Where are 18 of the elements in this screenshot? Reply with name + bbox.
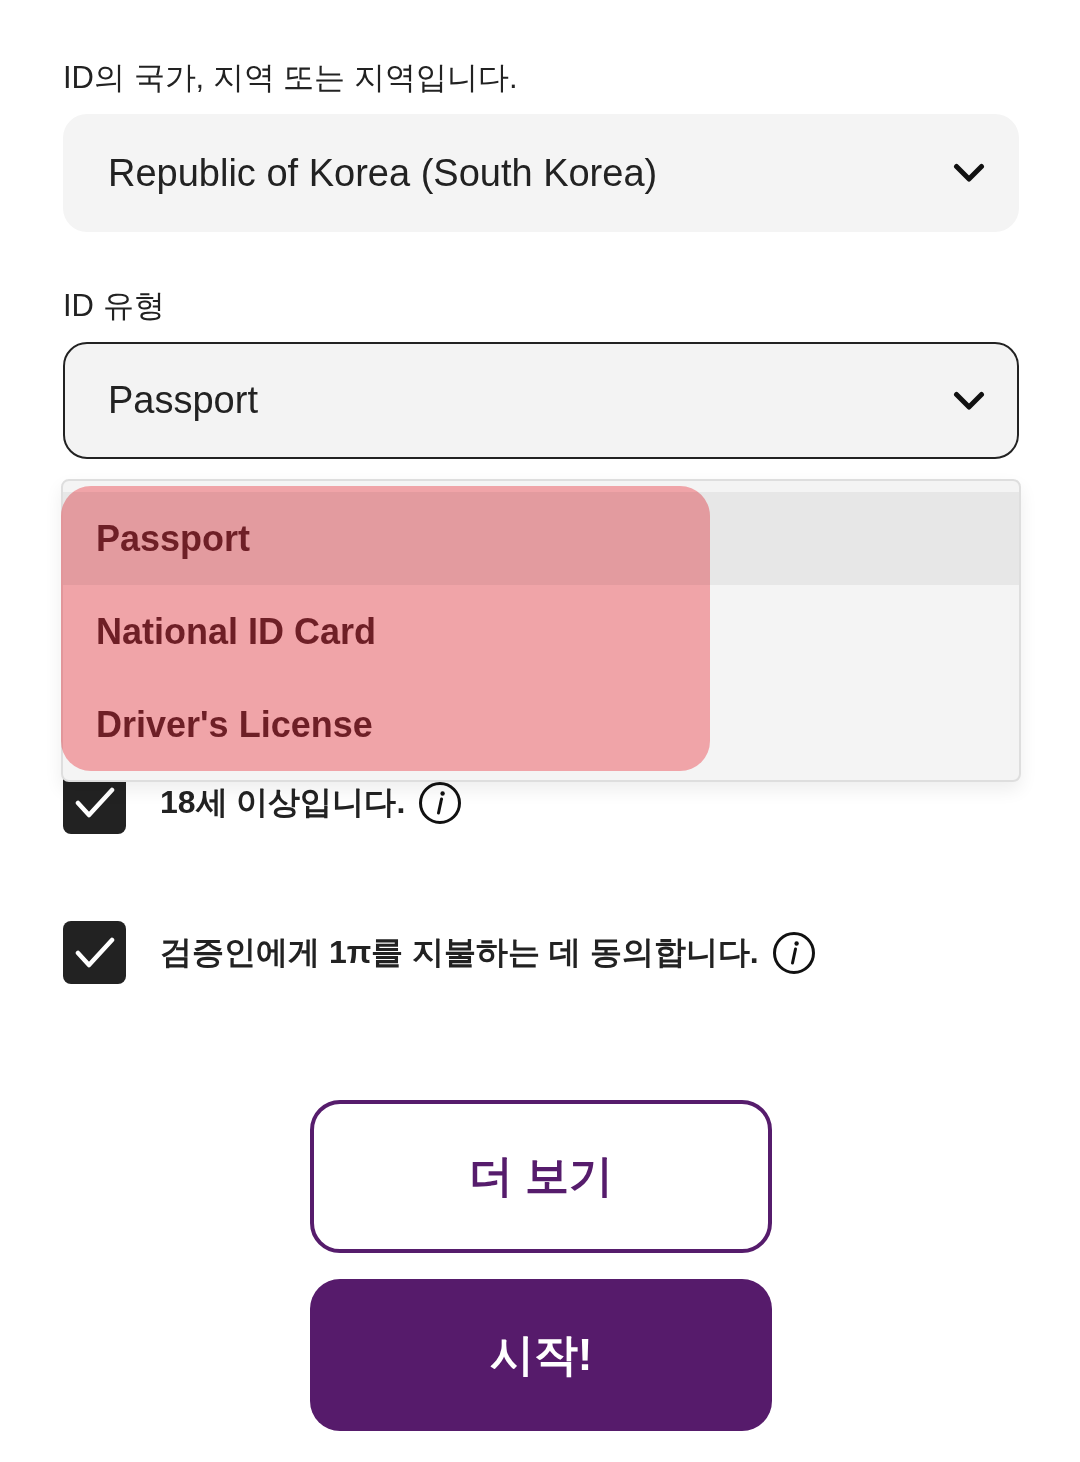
checkbox-label: 검증인에게 1π를 지불하는 데 동의합니다.	[160, 932, 759, 972]
primary-button[interactable]: 시작!	[310, 1279, 772, 1431]
info-icon[interactable]	[419, 781, 462, 824]
chevron-down-icon	[953, 390, 985, 411]
dropdown-field[interactable]: Republic of Korea (South Korea)	[63, 114, 1019, 232]
outline-button[interactable]: 더 보기	[310, 1100, 772, 1253]
checkmark-icon	[74, 936, 115, 969]
dropdown-field[interactable]: Passport	[63, 342, 1019, 459]
menu-option[interactable]: Driver's License	[63, 678, 1019, 771]
field-label: ID의 국가, 지역 또는 지역입니다.	[63, 60, 518, 95]
field-label: ID 유형	[63, 288, 165, 323]
checkbox[interactable]	[63, 921, 126, 984]
chevron-down-icon	[953, 163, 985, 183]
checkbox-label: 18세 이상입니다.	[160, 782, 406, 822]
checkmark-icon	[74, 786, 115, 819]
menu-option[interactable]: National ID Card	[63, 585, 1019, 678]
info-icon[interactable]	[772, 931, 815, 974]
menu-option[interactable]: Passport	[63, 492, 1019, 585]
